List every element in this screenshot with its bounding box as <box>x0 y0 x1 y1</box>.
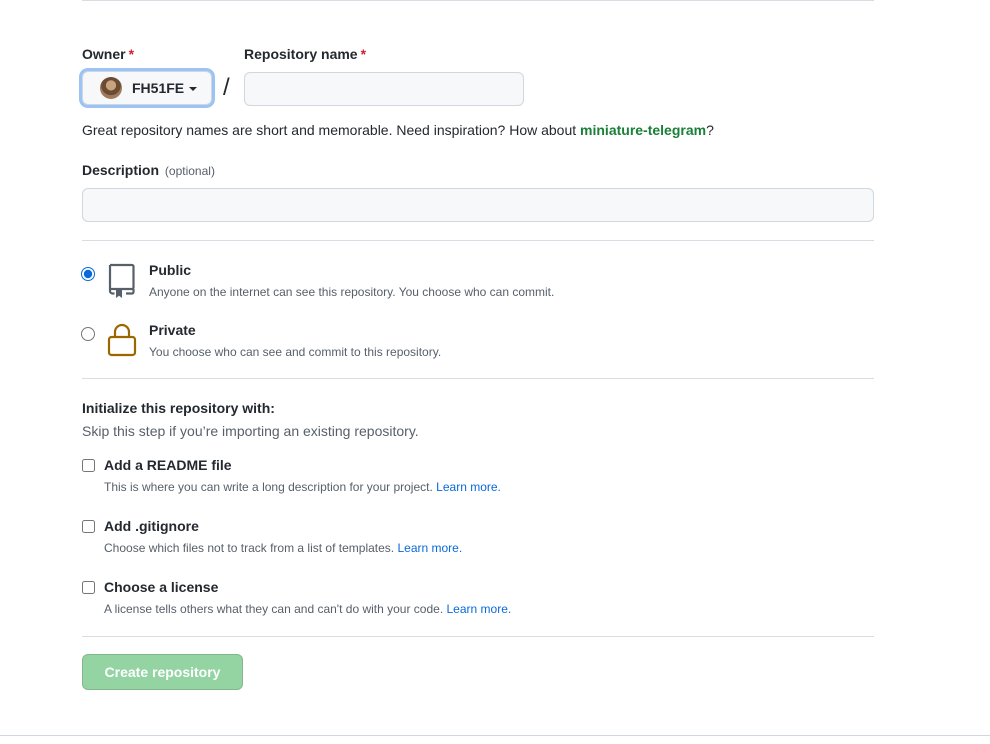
repo-name-hint: Great repository names are short and mem… <box>82 122 714 138</box>
owner-label: Owner * <box>82 46 135 62</box>
avatar <box>100 77 122 99</box>
private-title: Private <box>149 322 196 338</box>
license-description: A license tells others what they can and… <box>104 602 512 616</box>
gitignore-title: Add .gitignore <box>104 518 199 534</box>
gitignore-learn-more-link[interactable]: Learn more. <box>397 541 462 555</box>
description-input[interactable] <box>82 188 874 222</box>
readme-title: Add a README file <box>104 457 232 473</box>
owner-name: FH51FE <box>132 80 185 96</box>
required-mark: * <box>360 46 367 62</box>
private-radio[interactable] <box>81 327 95 341</box>
lock-icon <box>107 323 137 357</box>
init-section-title: Initialize this repository with: <box>82 400 275 416</box>
private-description: You choose who can see and commit to thi… <box>149 345 442 359</box>
description-label: Description (optional) <box>82 162 215 178</box>
caret-down-icon <box>189 87 198 91</box>
top-divider <box>82 0 874 1</box>
divider <box>82 636 874 637</box>
license-checkbox[interactable] <box>82 581 95 594</box>
public-radio[interactable] <box>81 267 95 281</box>
required-mark: * <box>128 46 135 62</box>
gitignore-description: Choose which files not to track from a l… <box>104 541 463 555</box>
repo-book-icon <box>108 263 135 298</box>
repo-name-label: Repository name * <box>244 46 367 62</box>
readme-description: This is where you can write a long descr… <box>104 480 501 494</box>
divider <box>82 240 874 241</box>
owner-dropdown[interactable]: FH51FE <box>82 71 212 105</box>
optional-tag: (optional) <box>164 164 215 178</box>
repo-name-input[interactable] <box>244 72 524 106</box>
divider <box>82 378 874 379</box>
bottom-divider <box>0 735 990 736</box>
suggested-name-link[interactable]: miniature-telegram <box>580 122 706 138</box>
owner-repo-separator: / <box>223 74 230 101</box>
license-learn-more-link[interactable]: Learn more. <box>447 602 512 616</box>
public-title: Public <box>149 262 192 278</box>
readme-checkbox[interactable] <box>82 459 95 472</box>
public-description: Anyone on the internet can see this repo… <box>149 285 555 299</box>
init-section-subtitle: Skip this step if you’re importing an ex… <box>82 423 419 439</box>
license-title: Choose a license <box>104 579 219 595</box>
gitignore-checkbox[interactable] <box>82 520 95 533</box>
create-repository-button[interactable]: Create repository <box>82 654 243 690</box>
readme-learn-more-link[interactable]: Learn more. <box>436 480 501 494</box>
